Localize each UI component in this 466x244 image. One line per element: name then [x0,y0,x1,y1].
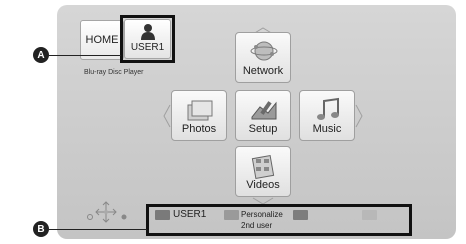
red-key[interactable] [155,210,170,220]
player-name: Blu-ray Disc Player [84,69,144,76]
right-arrow-icon [355,104,363,128]
green-key-label-line1: Personalize [241,210,283,219]
home-label: HOME [85,34,119,46]
callout-b: B [33,221,49,237]
videos-label: Videos [246,179,280,191]
user-icon [141,24,155,40]
callout-b-label: B [37,223,45,235]
network-globe-icon [250,41,278,61]
photos-tile[interactable]: Photos [171,90,227,141]
network-tile[interactable]: Network [235,32,291,83]
left-arrow-icon [163,104,171,128]
setup-icon [251,101,277,120]
navigation-cross-icon [87,201,127,223]
setup-tile[interactable]: Setup [235,90,291,141]
green-key[interactable] [224,210,239,220]
setup-label: Setup [248,123,278,135]
blue-key[interactable] [362,210,377,220]
videos-tile[interactable]: Videos [235,146,291,197]
user-button[interactable]: USER1 [124,19,171,59]
photos-icon [187,100,213,121]
photos-label: Photos [181,123,217,135]
yellow-key[interactable] [293,210,308,220]
callout-a-label: A [37,49,45,61]
callout-a: A [33,47,49,63]
callout-b-leader [49,229,147,230]
music-label: Music [312,123,342,135]
network-label: Network [242,65,284,77]
music-icon [317,97,339,120]
red-key-label: USER1 [173,209,207,220]
home-button[interactable]: HOME [80,20,124,60]
videos-icon [251,155,275,179]
user-label: USER1 [130,42,165,53]
music-tile[interactable]: Music [299,90,355,141]
callout-a-leader [49,55,121,56]
green-key-label-line2: 2nd user [241,221,273,230]
